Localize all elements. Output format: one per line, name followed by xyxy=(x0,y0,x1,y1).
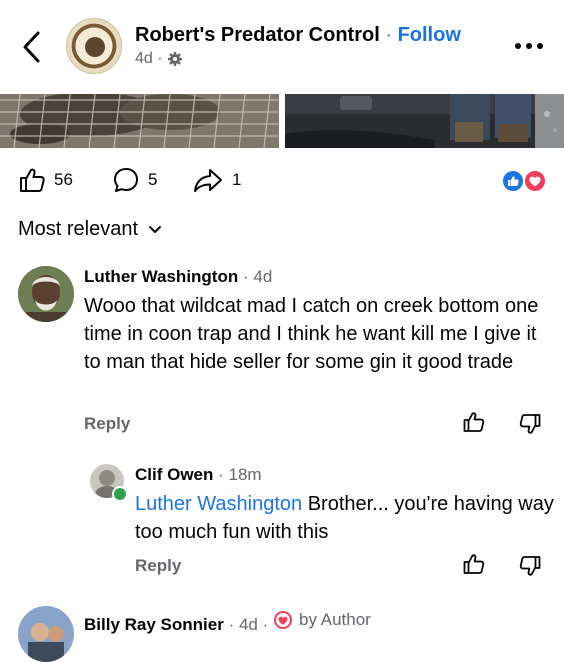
chevron-down-icon xyxy=(149,225,162,233)
thumbs-up-icon xyxy=(463,412,485,432)
reply-button[interactable]: Reply xyxy=(135,556,181,576)
avatar-photo xyxy=(18,266,74,322)
avatar[interactable] xyxy=(18,266,74,322)
comment-text: Wooo that wildcat mad I catch on creek b… xyxy=(84,295,539,373)
mention-link[interactable]: Luther Washington xyxy=(135,493,302,515)
comment-count: 5 xyxy=(148,170,158,189)
reaction-icons xyxy=(501,169,547,193)
reply-text: Luther Washington Brother... you're havi… xyxy=(135,490,554,546)
thumbs-up-icon xyxy=(20,168,45,192)
like-count: 56 xyxy=(54,170,73,189)
comment-dislike-button[interactable] xyxy=(518,412,542,436)
trap-photo-graphic xyxy=(0,94,279,148)
more-dots-icon xyxy=(515,43,543,49)
post-photo-truck[interactable] xyxy=(285,94,564,148)
comment-bubble-icon xyxy=(114,168,138,192)
page-title: Robert's Predator Control · Follow xyxy=(135,24,461,47)
reaction-summary[interactable] xyxy=(500,168,550,194)
comment-author-name[interactable]: Billy Ray Sonnier xyxy=(84,615,224,634)
more-options-button[interactable] xyxy=(512,38,546,54)
chevron-left-icon xyxy=(23,31,40,63)
post-age[interactable]: 4d · xyxy=(135,50,163,68)
heart-badge-icon xyxy=(273,611,292,629)
comment-author-line: Billy Ray Sonnier · 4d · by Author xyxy=(84,610,371,635)
avatar-photo xyxy=(18,606,74,662)
sort-label: Most relevant xyxy=(18,218,139,240)
share-arrow-icon xyxy=(194,169,222,192)
logo-emblem xyxy=(85,37,105,57)
comment-time[interactable]: · 4d · xyxy=(229,615,269,634)
avatar[interactable] xyxy=(18,606,74,662)
comment-like-button[interactable] xyxy=(462,552,486,576)
title-separator: · xyxy=(379,24,398,46)
comment-sort-dropdown[interactable]: Most relevant xyxy=(18,218,162,241)
page-avatar[interactable] xyxy=(66,18,122,74)
page-name-link[interactable]: Robert's Predator Control xyxy=(135,24,380,46)
thumbs-up-icon xyxy=(463,554,485,574)
comment-author-name[interactable]: Clif Owen xyxy=(135,465,213,484)
like-button[interactable]: 56 xyxy=(18,166,73,194)
comment-like-button[interactable] xyxy=(462,410,486,434)
share-button[interactable]: 1 xyxy=(192,166,241,194)
follow-button[interactable]: Follow xyxy=(398,24,461,46)
reply-button[interactable]: Reply xyxy=(84,414,130,434)
comment-button[interactable]: 5 xyxy=(112,166,157,194)
author-badge-label: by Author xyxy=(298,610,371,629)
author-badge: by Author xyxy=(273,610,371,630)
comment-time[interactable]: · 18m xyxy=(218,465,261,484)
comment-author-line: Clif Owen · 18m xyxy=(135,465,262,485)
comment-dislike-button[interactable] xyxy=(518,554,542,578)
post-photo-trap[interactable] xyxy=(0,94,279,148)
online-status-indicator xyxy=(112,486,128,502)
thumbs-down-icon xyxy=(519,414,541,434)
thumbs-down-icon xyxy=(519,556,541,576)
share-count: 1 xyxy=(232,170,242,189)
truck-photo-graphic xyxy=(285,94,564,148)
post-meta: 4d · xyxy=(135,50,183,68)
comment-time[interactable]: · 4d xyxy=(243,267,272,286)
back-button[interactable] xyxy=(18,30,46,64)
comment-author-line: Luther Washington · 4d xyxy=(84,267,272,287)
gear-icon xyxy=(167,52,182,66)
comment-author-name[interactable]: Luther Washington xyxy=(84,267,238,286)
